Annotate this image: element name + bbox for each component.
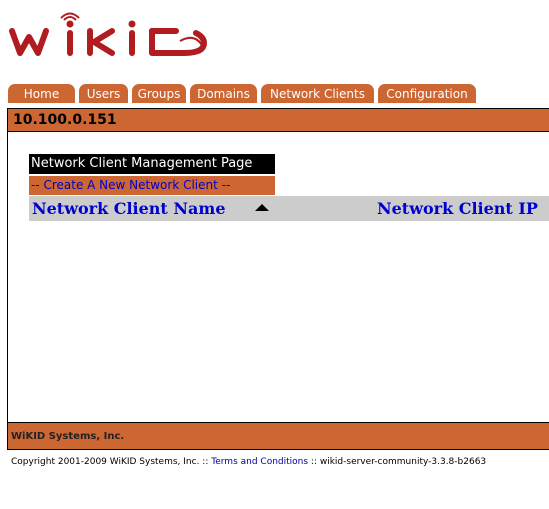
sort-ascending-icon[interactable] [255, 204, 269, 211]
tab-groups[interactable]: Groups [132, 84, 186, 103]
terms-link[interactable]: Terms and Conditions [211, 457, 308, 467]
copyright-line: Copyright 2001-2009 WiKID Systems, Inc. … [11, 457, 486, 467]
company-name: WiKID Systems, Inc. [11, 431, 125, 442]
server-ip-bar: 10.100.0.151 [8, 109, 549, 132]
column-header-name[interactable]: Network Client Name [32, 199, 226, 218]
version-text: :: wikid-server-community-3.3.8-b2663 [310, 457, 487, 467]
tab-domains[interactable]: Domains [190, 84, 257, 103]
footer-bar: WiKID Systems, Inc. [8, 422, 549, 449]
copyright-text: Copyright 2001-2009 WiKID Systems, Inc. … [11, 457, 209, 467]
page-title: Network Client Management Page [29, 154, 275, 174]
tab-network-clients[interactable]: Network Clients [261, 84, 374, 103]
column-header-ip[interactable]: Network Client IP [377, 199, 538, 218]
table-header: Network Client Name Network Client IP [29, 196, 549, 221]
wikid-logo [9, 12, 207, 56]
tab-home[interactable]: Home [8, 84, 75, 103]
server-ip: 10.100.0.151 [13, 112, 117, 128]
tab-users[interactable]: Users [79, 84, 128, 103]
tab-configuration[interactable]: Configuration [378, 84, 476, 103]
create-network-client-link[interactable]: -- Create A New Network Client -- [29, 176, 275, 195]
content-frame: 10.100.0.151 Network Client Management P… [7, 108, 549, 450]
